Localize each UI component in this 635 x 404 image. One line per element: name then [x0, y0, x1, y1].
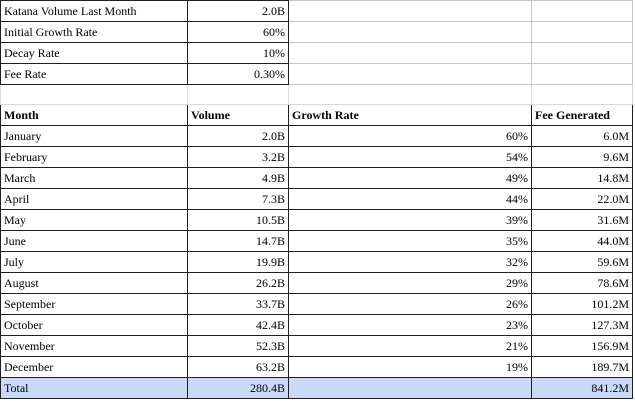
- month-cell[interactable]: January: [0, 125, 188, 147]
- growth-cell[interactable]: 26%: [288, 293, 532, 315]
- fee-cell[interactable]: 156.9M: [531, 335, 633, 357]
- param-row-growth: Initial Growth Rate 60%: [0, 21, 633, 43]
- header-volume[interactable]: Volume: [187, 104, 289, 126]
- table-row: April 7.3B 44% 22.0M: [0, 188, 633, 210]
- table-row: August 26.2B 29% 78.6M: [0, 272, 633, 294]
- table-row: September 33.7B 26% 101.2M: [0, 293, 633, 315]
- empty-cell[interactable]: [288, 84, 532, 105]
- fee-cell[interactable]: 9.6M: [531, 146, 633, 168]
- fee-cell[interactable]: 78.6M: [531, 272, 633, 294]
- volume-cell[interactable]: 3.2B: [187, 146, 289, 168]
- volume-cell[interactable]: 14.7B: [187, 230, 289, 252]
- volume-cell[interactable]: 42.4B: [187, 314, 289, 336]
- fee-cell[interactable]: 14.8M: [531, 167, 633, 189]
- table-row: June 14.7B 35% 44.0M: [0, 230, 633, 252]
- header-growth-rate[interactable]: Growth Rate: [288, 104, 532, 126]
- volume-cell[interactable]: 4.9B: [187, 167, 289, 189]
- empty-cell[interactable]: [531, 84, 633, 105]
- volume-cell[interactable]: 7.3B: [187, 188, 289, 210]
- growth-cell[interactable]: 29%: [288, 272, 532, 294]
- table-row: October 42.4B 23% 127.3M: [0, 314, 633, 336]
- param-label[interactable]: Katana Volume Last Month: [0, 0, 188, 22]
- fee-cell[interactable]: 44.0M: [531, 230, 633, 252]
- growth-cell[interactable]: 49%: [288, 167, 532, 189]
- fee-cell[interactable]: 31.6M: [531, 209, 633, 231]
- param-label[interactable]: Decay Rate: [0, 42, 188, 64]
- param-value[interactable]: 60%: [187, 21, 289, 43]
- param-value[interactable]: 2.0B: [187, 0, 289, 22]
- growth-cell[interactable]: 23%: [288, 314, 532, 336]
- table-row: November 52.3B 21% 156.9M: [0, 335, 633, 357]
- total-label[interactable]: Total: [0, 377, 188, 399]
- total-volume[interactable]: 280.4B: [187, 377, 289, 399]
- total-row: Total 280.4B 841.2M: [0, 377, 633, 399]
- fee-cell[interactable]: 59.6M: [531, 251, 633, 273]
- month-cell[interactable]: October: [0, 314, 188, 336]
- volume-cell[interactable]: 26.2B: [187, 272, 289, 294]
- param-row-fee: Fee Rate 0.30%: [0, 63, 633, 85]
- table-row: July 19.9B 32% 59.6M: [0, 251, 633, 273]
- month-cell[interactable]: June: [0, 230, 188, 252]
- table-row: January 2.0B 60% 6.0M: [0, 125, 633, 147]
- fee-cell[interactable]: 127.3M: [531, 314, 633, 336]
- growth-cell[interactable]: 60%: [288, 125, 532, 147]
- month-cell[interactable]: November: [0, 335, 188, 357]
- growth-cell[interactable]: 39%: [288, 209, 532, 231]
- volume-cell[interactable]: 33.7B: [187, 293, 289, 315]
- month-cell[interactable]: March: [0, 167, 188, 189]
- empty-cell[interactable]: [288, 0, 532, 22]
- growth-cell[interactable]: 54%: [288, 146, 532, 168]
- month-cell[interactable]: August: [0, 272, 188, 294]
- table-row: May 10.5B 39% 31.6M: [0, 209, 633, 231]
- growth-cell[interactable]: 32%: [288, 251, 532, 273]
- empty-cell[interactable]: [187, 84, 289, 105]
- param-label[interactable]: Initial Growth Rate: [0, 21, 188, 43]
- fee-cell[interactable]: 22.0M: [531, 188, 633, 210]
- header-row: Month Volume Growth Rate Fee Generated: [0, 104, 633, 126]
- volume-cell[interactable]: 2.0B: [187, 125, 289, 147]
- month-cell[interactable]: December: [0, 356, 188, 378]
- volume-cell[interactable]: 10.5B: [187, 209, 289, 231]
- table-row: February 3.2B 54% 9.6M: [0, 146, 633, 168]
- param-value[interactable]: 10%: [187, 42, 289, 64]
- month-cell[interactable]: July: [0, 251, 188, 273]
- volume-cell[interactable]: 63.2B: [187, 356, 289, 378]
- month-cell[interactable]: April: [0, 188, 188, 210]
- empty-cell[interactable]: [288, 42, 532, 64]
- volume-cell[interactable]: 19.9B: [187, 251, 289, 273]
- total-growth[interactable]: [288, 377, 532, 399]
- volume-cell[interactable]: 52.3B: [187, 335, 289, 357]
- param-label[interactable]: Fee Rate: [0, 63, 188, 85]
- fee-cell[interactable]: 189.7M: [531, 356, 633, 378]
- param-row-decay: Decay Rate 10%: [0, 42, 633, 64]
- month-cell[interactable]: September: [0, 293, 188, 315]
- empty-cell[interactable]: [531, 21, 633, 43]
- month-cell[interactable]: May: [0, 209, 188, 231]
- empty-cell[interactable]: [0, 84, 188, 105]
- growth-cell[interactable]: 44%: [288, 188, 532, 210]
- empty-cell[interactable]: [288, 63, 532, 85]
- param-row-volume: Katana Volume Last Month 2.0B: [0, 0, 633, 22]
- empty-cell[interactable]: [288, 21, 532, 43]
- fee-cell[interactable]: 101.2M: [531, 293, 633, 315]
- header-fee-generated[interactable]: Fee Generated: [531, 104, 633, 126]
- empty-cell[interactable]: [531, 63, 633, 85]
- total-fee[interactable]: 841.2M: [531, 377, 633, 399]
- empty-cell[interactable]: [531, 42, 633, 64]
- month-cell[interactable]: February: [0, 146, 188, 168]
- empty-cell[interactable]: [531, 0, 633, 22]
- blank-row: [0, 84, 633, 105]
- fee-cell[interactable]: 6.0M: [531, 125, 633, 147]
- table-row: December 63.2B 19% 189.7M: [0, 356, 633, 378]
- table-row: March 4.9B 49% 14.8M: [0, 167, 633, 189]
- growth-cell[interactable]: 19%: [288, 356, 532, 378]
- spreadsheet-table: Katana Volume Last Month 2.0B Initial Gr…: [0, 0, 633, 399]
- growth-cell[interactable]: 35%: [288, 230, 532, 252]
- growth-cell[interactable]: 21%: [288, 335, 532, 357]
- header-month[interactable]: Month: [0, 104, 188, 126]
- param-value[interactable]: 0.30%: [187, 63, 289, 85]
